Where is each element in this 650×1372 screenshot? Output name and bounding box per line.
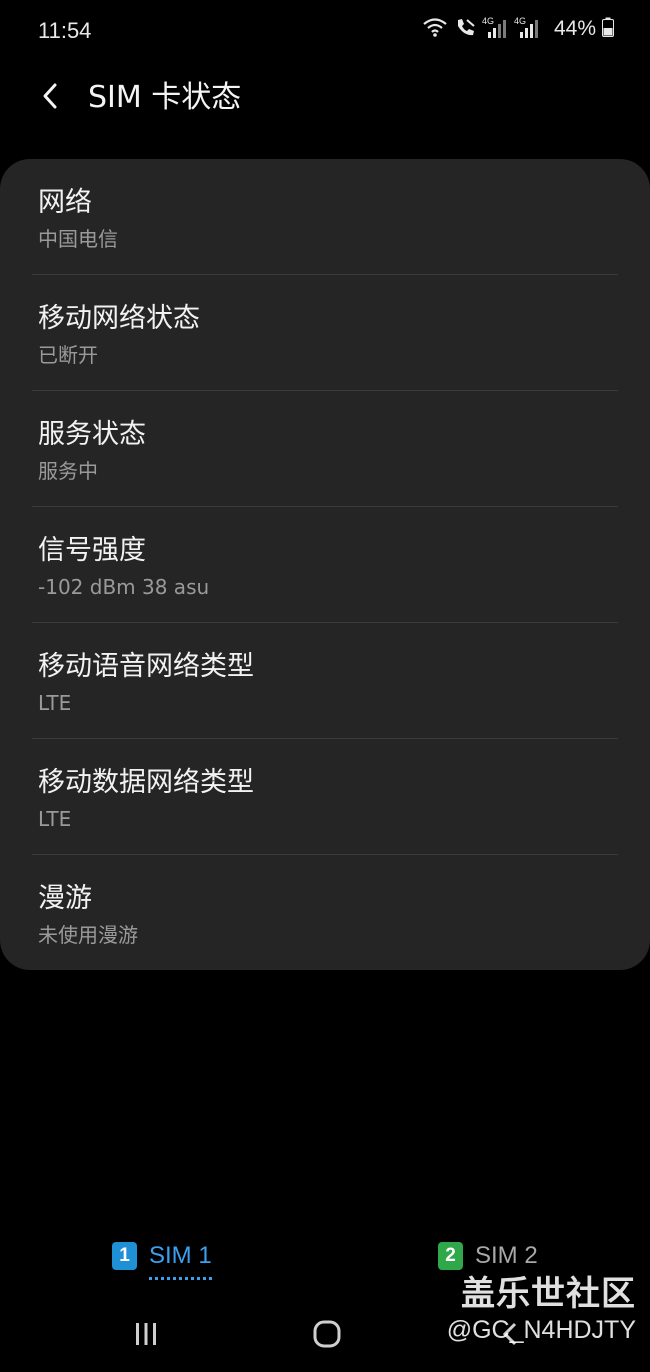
item-value: LTE	[38, 807, 72, 831]
list-item-voice-network-type[interactable]: 移动语音网络类型 LTE	[32, 623, 618, 739]
item-title: 移动网络状态	[38, 303, 200, 334]
list-item-data-network-type[interactable]: 移动数据网络类型 LTE	[32, 739, 618, 855]
status-bar: 11:54 4G 4G 44%	[0, 0, 650, 64]
item-title: 移动数据网络类型	[38, 767, 254, 798]
page-title: SIM 卡状态	[88, 80, 242, 115]
header: SIM 卡状态	[0, 64, 650, 134]
status-time: 11:54	[38, 18, 92, 43]
item-value: 已断开	[38, 343, 98, 367]
signal-4g-sim1-icon: 4G	[482, 16, 508, 40]
list-item-roaming[interactable]: 漫游 未使用漫游	[32, 855, 618, 971]
item-title: 移动语音网络类型	[38, 651, 254, 682]
call-icon	[454, 16, 476, 42]
status-icons: 4G 4G 44%	[422, 16, 614, 42]
item-title: 服务状态	[38, 419, 146, 450]
watermark-site: 盖乐世社区	[461, 1274, 636, 1314]
item-value: 中国电信	[38, 227, 118, 251]
list-item-signal-strength[interactable]: 信号强度 -102 dBm 38 asu	[32, 507, 618, 623]
item-value: LTE	[38, 691, 72, 715]
back-button[interactable]	[30, 78, 70, 118]
item-value: 未使用漫游	[38, 923, 138, 947]
home-icon	[312, 1319, 342, 1353]
home-button[interactable]	[307, 1318, 347, 1354]
battery-percent: 44%	[553, 17, 596, 40]
recent-apps-button[interactable]	[126, 1318, 166, 1354]
item-title: 信号强度	[38, 535, 146, 566]
list-item-service-state[interactable]: 服务状态 服务中	[32, 391, 618, 507]
tab-sim-1[interactable]: 1 SIM 1	[112, 1242, 212, 1280]
sim-1-label-text: SIM 1	[149, 1242, 212, 1269]
chevron-left-icon	[40, 82, 60, 114]
wifi-icon	[422, 16, 448, 42]
watermark-user: @GC_N4HDJTY	[446, 1316, 636, 1344]
sim-1-label: SIM 1	[149, 1242, 212, 1280]
item-title: 网络	[38, 187, 92, 218]
item-value: 服务中	[38, 459, 98, 483]
sim-2-badge-icon: 2	[438, 1242, 463, 1270]
list-item-network[interactable]: 网络 中国电信	[32, 159, 618, 275]
recent-apps-icon	[132, 1320, 160, 1352]
selected-tab-indicator	[149, 1277, 212, 1280]
item-value: -102 dBm 38 asu	[38, 575, 210, 599]
battery-icon	[602, 17, 614, 41]
sim-status-card: 网络 中国电信 移动网络状态 已断开 服务状态 服务中 信号强度 -102 dB…	[0, 159, 650, 970]
item-title: 漫游	[38, 883, 92, 914]
signal-4g-sim2-icon: 4G	[514, 16, 540, 40]
list-item-mobile-network-state[interactable]: 移动网络状态 已断开	[32, 275, 618, 391]
sim-1-badge-icon: 1	[112, 1242, 137, 1270]
